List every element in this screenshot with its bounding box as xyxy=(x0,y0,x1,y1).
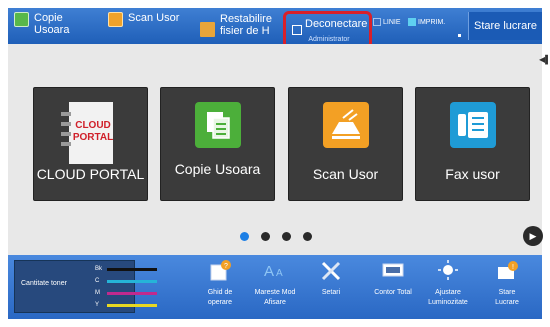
tile-cloud-portal-label: CLOUD PORTAL xyxy=(36,166,145,182)
job-status-bottom-label: Stare Lucrare xyxy=(495,289,519,306)
job-status-label: Stare lucrare xyxy=(474,20,537,32)
brightness-icon xyxy=(438,260,458,280)
print-status: IMPRIM. xyxy=(408,18,445,26)
svg-text:?: ? xyxy=(224,263,228,270)
top-bar: Copie Usoara Scan Usor Restabilire fisie… xyxy=(8,8,542,49)
job-status-bottom-button[interactable]: ! Stare Lucrare xyxy=(487,255,527,319)
page-dot-2[interactable] xyxy=(261,232,270,241)
print-status-label: IMPRIM. xyxy=(418,18,446,26)
tile-cloud-portal[interactable]: CLOUD PORTAL CLOUD PORTAL xyxy=(33,87,148,201)
toner-bar-m xyxy=(107,291,157,295)
brightness-label: Ajustare Luminozitate xyxy=(428,289,468,306)
toner-bar-bk xyxy=(107,267,157,271)
line-status-label: LINIE xyxy=(383,18,401,26)
svg-text:A: A xyxy=(276,268,283,279)
toner-bar-c xyxy=(107,279,157,283)
counter-icon xyxy=(382,263,404,277)
large-display-mode-button[interactable]: A A Mareste Mod Afisare xyxy=(253,255,297,319)
chevron-left-icon: ◀▌ xyxy=(539,55,550,64)
toner-bar-y xyxy=(107,303,157,307)
side-panel-handle[interactable]: ◀▌ xyxy=(539,55,550,71)
toner-row-bk: Bk xyxy=(95,266,157,272)
bottom-bar: Cantitate toner Bk C M Y ? Ghid de opera… xyxy=(8,255,542,319)
toner-title: Cantitate toner xyxy=(21,280,67,287)
next-page-button[interactable]: ▶ xyxy=(523,226,543,246)
status-dropdown-icon[interactable] xyxy=(458,34,461,37)
line-status: LINIE xyxy=(373,18,401,26)
page-dot-3[interactable] xyxy=(282,232,291,241)
tools-icon xyxy=(321,261,341,281)
job-status-button[interactable]: Stare lucrare xyxy=(468,12,542,40)
total-count-button[interactable]: Contor Total xyxy=(373,255,413,319)
toner-label-m: M xyxy=(95,290,100,296)
tile-copy-easy-label: Copie Usoara xyxy=(174,161,261,177)
toner-label-c: C xyxy=(95,278,100,284)
toner-label-bk: Bk xyxy=(95,266,103,272)
chevron-right-icon: ▶ xyxy=(529,230,537,241)
tile-scan-easy-label: Scan Usor xyxy=(312,166,379,182)
guide-book-icon: ? xyxy=(210,260,231,281)
toner-label-y: Y xyxy=(95,302,100,308)
job-status-icon: ! xyxy=(498,261,518,279)
page-indicator xyxy=(240,232,312,241)
tile-scan-easy[interactable]: Scan Usor xyxy=(288,87,403,201)
shortcut-restore-file-label: Restabilire fisier de H xyxy=(220,13,272,37)
svg-text:A: A xyxy=(264,263,274,280)
home-panel: CLOUD PORTAL CLOUD PORTAL Copie Usoara S… xyxy=(8,44,543,255)
page-dot-1[interactable] xyxy=(240,232,249,241)
copy-icon xyxy=(14,12,29,27)
svg-text:CLOUD: CLOUD xyxy=(75,120,111,131)
tile-fax-easy-label: Fax usor xyxy=(445,166,500,182)
tile-fax-easy[interactable]: Fax usor xyxy=(415,87,530,201)
svg-text:PORTAL: PORTAL xyxy=(72,132,112,143)
brightness-button[interactable]: Ajustare Luminozitate xyxy=(420,255,476,319)
print-status-icon xyxy=(408,18,416,26)
page-dot-4[interactable] xyxy=(303,232,312,241)
shortcut-scan-easy[interactable]: Scan Usor xyxy=(108,8,183,44)
logout-icon xyxy=(292,25,302,35)
tile-copy-easy[interactable]: Copie Usoara xyxy=(160,87,275,201)
shortcut-restore-file[interactable]: Restabilire fisier de H xyxy=(200,8,276,44)
scan-icon xyxy=(322,102,369,148)
svg-text:!: ! xyxy=(512,264,514,271)
total-count-label: Contor Total xyxy=(374,289,412,296)
folder-icon xyxy=(200,22,215,37)
logout-label: Deconectare xyxy=(305,18,368,30)
shortcut-copy-easy[interactable]: Copie Usoara xyxy=(14,8,84,44)
copy-icon xyxy=(194,102,241,148)
line-status-icon xyxy=(373,18,381,26)
toner-row-m: M xyxy=(95,290,157,296)
cloud-portal-icon: CLOUD PORTAL xyxy=(60,102,113,164)
shortcut-scan-easy-label: Scan Usor xyxy=(128,12,180,24)
settings-button[interactable]: Setari xyxy=(314,255,348,319)
shortcut-copy-easy-label: Copie Usoara xyxy=(34,12,70,36)
operation-guide-button[interactable]: ? Ghid de operare xyxy=(198,255,242,319)
settings-label: Setari xyxy=(321,289,341,296)
logged-in-user: Administrator xyxy=(308,36,350,43)
toner-row-y: Y xyxy=(95,302,157,308)
large-display-mode-label: Mareste Mod Afisare xyxy=(254,289,296,306)
fax-icon xyxy=(449,102,496,148)
toner-level-panel[interactable]: Cantitate toner Bk C M Y xyxy=(14,260,157,313)
operation-guide-label: Ghid de operare xyxy=(207,289,233,306)
scan-icon xyxy=(108,12,123,27)
toner-row-c: C xyxy=(95,278,157,284)
font-size-icon: A A xyxy=(264,263,283,280)
printer-home-screen: Copie Usoara Scan Usor Restabilire fisie… xyxy=(0,0,550,327)
